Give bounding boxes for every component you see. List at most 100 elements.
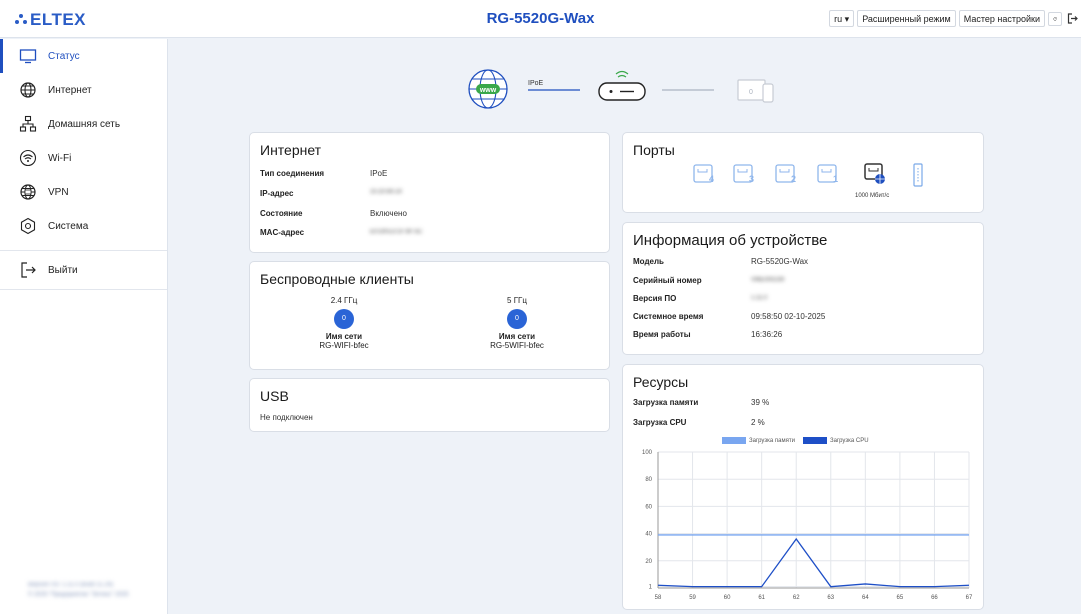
logo-text: eltex xyxy=(30,10,87,29)
serial-key: Серийный номер xyxy=(633,276,702,285)
language-select[interactable]: ru ▾ xyxy=(829,10,855,27)
firmware-footer: Версия ПО: 1.11.0 (build 11.29) © 2025 "… xyxy=(28,580,128,600)
x-tick-label: 64 xyxy=(862,595,869,601)
internet-card: Интернет Тип соединения IPoE IP-адрес 10… xyxy=(249,132,610,253)
uptime-key: Время работы xyxy=(633,330,691,339)
firmware-version-text: Версия ПО: 1.11.0 (build 11.29) xyxy=(28,582,114,588)
wifi-icon xyxy=(19,149,37,167)
logout-header-icon[interactable] xyxy=(1065,12,1079,26)
sidebar-item-home-network[interactable]: Домашняя сеть xyxy=(0,107,167,141)
copyright-text: © 2025 "Предприятие "Элтекс" 2025 xyxy=(28,592,129,598)
client-devices-icon[interactable]: 0 xyxy=(737,79,774,103)
connection-type-value: IPoE xyxy=(370,169,388,178)
sidebar-item-status[interactable]: Статус xyxy=(0,39,167,73)
system-time-key: Системное время xyxy=(633,312,704,321)
sidebar-item-label: Wi-Fi xyxy=(48,152,72,164)
ssid-label: Имя сети xyxy=(325,332,363,341)
topology-diagram: www IPoE 0 xyxy=(468,69,774,109)
lan-port-number: 3 xyxy=(749,174,754,184)
usb-card: USB Не подключен xyxy=(249,378,610,432)
sidebar-item-internet[interactable]: Интернет xyxy=(0,73,167,107)
network-icon xyxy=(19,115,37,132)
legend-item-cpu[interactable]: Загрузка CPU xyxy=(803,437,869,444)
setup-wizard-button[interactable]: Мастер настройки xyxy=(958,10,1045,27)
sidebar-item-wifi[interactable]: Wi-Fi xyxy=(0,141,167,175)
usb-status: Не подключен xyxy=(260,413,313,422)
cpu-load-key: Загрузка CPU xyxy=(633,418,687,427)
internet-globe-icon[interactable]: www xyxy=(468,69,508,109)
sidebar-item-logout[interactable]: Выйти xyxy=(0,253,167,287)
serial-value: VI8E000239 xyxy=(751,277,785,283)
lan-port-number: 4 xyxy=(709,174,714,184)
cpu-swatch xyxy=(803,437,827,444)
sidebar-item-label: Интернет xyxy=(48,84,92,96)
ip-address-value: 10.20.64.14 xyxy=(370,189,402,195)
wireless-card-title: Беспроводные клиенты xyxy=(260,271,414,287)
ip-address-key: IP-адрес xyxy=(260,189,294,198)
eltex-logo-mark-icon xyxy=(15,14,27,24)
monitor-icon xyxy=(19,49,37,64)
resources-card-title: Ресурсы xyxy=(633,374,689,390)
lan-port-4-icon[interactable]: 4 xyxy=(693,163,715,185)
top-bar: eltex RG-5520G-Wax ru ▾ Расширенный режи… xyxy=(0,0,1081,38)
connection-type-key: Тип соединения xyxy=(260,169,325,178)
legend-memory-label: Загрузка памяти xyxy=(749,438,795,445)
network-topology: www IPoE 0 xyxy=(468,66,798,116)
device-info-card: Информация об устройстве Модель RG-5520G… xyxy=(622,222,984,355)
lan-port-number: 2 xyxy=(791,174,796,184)
ssid-value: RG-WIFI-bfec xyxy=(319,341,369,350)
wifi-band-5g: 5 ГГц 0 Имя сети RG-5WIFI-bfec xyxy=(457,296,577,350)
chart-legend: Загрузка памяти Загрузка CPU xyxy=(722,437,869,444)
vpn-globe-icon xyxy=(20,184,36,200)
x-tick-label: 66 xyxy=(931,595,938,601)
client-count-badge[interactable]: 0 xyxy=(334,309,354,329)
memory-swatch xyxy=(722,437,746,444)
ssid-value: RG-5WIFI-bfec xyxy=(490,341,544,350)
client-count-badge[interactable]: 0 xyxy=(507,309,527,329)
device-card-title: Информация об устройстве xyxy=(633,232,828,249)
state-key: Состояние xyxy=(260,209,303,218)
sidebar-item-system[interactable]: Система xyxy=(0,209,167,243)
lan-port-number: 1 xyxy=(833,174,838,184)
www-label: www xyxy=(479,87,497,94)
lan-port-3-icon[interactable]: 3 xyxy=(733,163,755,185)
legend-cpu-label: Загрузка CPU xyxy=(830,438,869,445)
firmware-key: Версия ПО xyxy=(633,294,677,303)
internet-card-title: Интернет xyxy=(260,142,322,158)
advanced-mode-button[interactable]: Расширенный режим xyxy=(857,10,956,27)
link-type-label: IPoE xyxy=(528,80,544,87)
y-tick-label: 60 xyxy=(645,504,652,510)
router-icon[interactable] xyxy=(598,70,646,101)
usb-port-icon[interactable] xyxy=(913,163,923,187)
sidebar-item-label: Система xyxy=(48,220,89,232)
globe-icon xyxy=(20,82,36,98)
wireless-clients-card: Беспроводные клиенты 2.4 ГГц 0 Имя сети … xyxy=(249,261,610,370)
mac-address-key: MAC-адрес xyxy=(260,228,305,237)
sidebar-item-label: Статус xyxy=(48,50,80,62)
cpu-load-value: 2 % xyxy=(751,418,765,427)
memory-load-key: Загрузка памяти xyxy=(633,398,699,407)
wan-port-icon[interactable] xyxy=(864,163,886,185)
uptime-value: 16:36:26 xyxy=(751,330,783,339)
x-tick-label: 58 xyxy=(655,595,662,601)
eltex-logo[interactable]: eltex xyxy=(14,10,86,30)
system-time-value: 09:58:50 02-10-2025 xyxy=(751,312,826,321)
y-tick-label: 20 xyxy=(645,559,652,565)
sidebar-item-vpn[interactable]: VPN xyxy=(0,175,167,209)
lan-port-2-icon[interactable]: 2 xyxy=(775,163,797,185)
y-tick-label: 100 xyxy=(642,450,653,456)
wan-port-speed: 1000 Мбит/с xyxy=(855,193,890,199)
legend-item-memory[interactable]: Загрузка памяти xyxy=(722,437,795,444)
devices-count: 0 xyxy=(749,89,753,96)
x-tick-label: 63 xyxy=(827,595,834,601)
x-tick-label: 62 xyxy=(793,595,800,601)
refresh-icon[interactable] xyxy=(1048,11,1062,26)
gear-icon xyxy=(20,217,36,235)
lan-port-1-icon[interactable]: 1 xyxy=(817,163,839,185)
x-tick-label: 65 xyxy=(897,595,904,601)
sidebar-divider xyxy=(0,289,167,290)
resources-chart: Загрузка памяти Загрузка CPU 1 20 40 60 80 10… xyxy=(622,436,974,608)
sidebar-item-label: Выйти xyxy=(48,264,78,276)
x-tick-label: 59 xyxy=(689,595,696,601)
x-tick-label: 61 xyxy=(758,595,765,601)
